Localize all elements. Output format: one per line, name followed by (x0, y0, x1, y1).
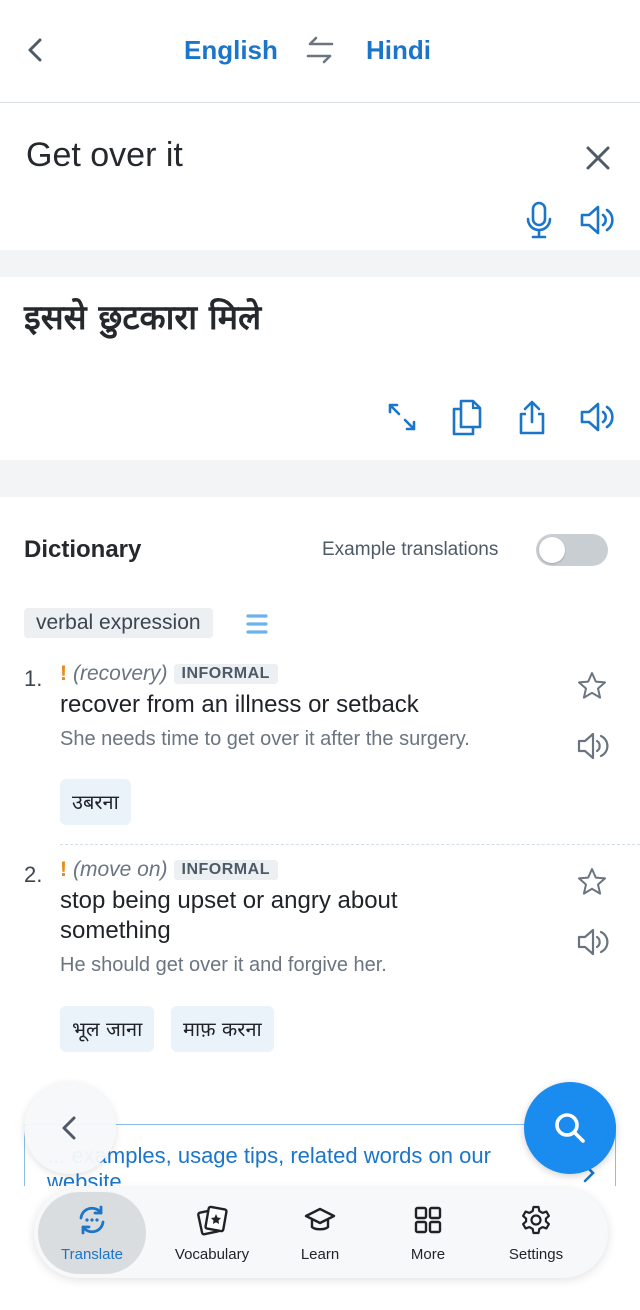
graduation-cap-icon (304, 1207, 336, 1231)
section-separator (0, 250, 640, 277)
favorite-button[interactable] (576, 866, 608, 898)
favorite-button[interactable] (576, 670, 608, 702)
vocabulary-cards-icon (197, 1205, 228, 1236)
register-badge: INFORMAL (173, 664, 278, 684)
scroll-back-button[interactable] (24, 1082, 116, 1174)
entry-definition: stop being upset or angry about somethin… (60, 887, 398, 944)
speaker-icon (580, 205, 614, 235)
speak-input-button[interactable] (578, 202, 618, 238)
banner-text: ... examples, usage tips, related words … (47, 1143, 491, 1186)
back-button[interactable] (18, 32, 54, 68)
register-badge: INFORMAL (173, 860, 278, 880)
speak-example-button[interactable] (576, 730, 610, 762)
nav-label: More (410, 1246, 446, 1263)
speaker-icon (577, 928, 609, 956)
translate-icon (79, 1205, 105, 1235)
speak-example-button[interactable] (576, 926, 610, 958)
list-button[interactable] (246, 612, 268, 636)
entry-context: (move on) (73, 858, 168, 881)
microphone-icon (526, 201, 552, 239)
nav-label: Vocabulary (174, 1246, 250, 1263)
speaker-icon (580, 402, 614, 432)
output-panel: इससे छुटकारा मिले (0, 277, 640, 460)
source-text-input[interactable]: Get over it (26, 136, 183, 175)
share-button[interactable] (512, 397, 552, 437)
entry-number: 1. (24, 666, 43, 691)
star-icon (578, 868, 606, 895)
warning-marker: ! (60, 662, 67, 685)
search-icon (555, 1113, 585, 1143)
swap-languages-button[interactable] (300, 32, 340, 68)
translation-chip[interactable]: माफ़ करना (171, 1006, 274, 1052)
entry-meta: ! (move on) INFORMAL (60, 858, 278, 882)
example-translations-label: Example translations (322, 539, 499, 560)
copy-icon (452, 399, 482, 436)
entry-context: (recovery) (73, 662, 168, 685)
source-language-button[interactable]: English (184, 32, 278, 68)
nav-label: Translate (61, 1246, 123, 1263)
entry-divider (60, 844, 640, 845)
swap-icon (306, 36, 334, 64)
nav-label: Learn (300, 1246, 340, 1263)
nav-vocabulary[interactable]: Vocabulary (158, 1192, 266, 1274)
entry-example: She needs time to get over it after the … (60, 728, 470, 750)
gear-icon (522, 1205, 550, 1235)
entry-example: He should get over it and forgive her. (60, 954, 387, 976)
microphone-button[interactable] (522, 200, 556, 240)
copy-button[interactable] (447, 397, 487, 437)
expand-button[interactable] (382, 397, 422, 437)
translated-text: इससे छुटकारा मिले (24, 298, 262, 338)
grid-icon (414, 1206, 442, 1234)
clear-button[interactable] (580, 140, 616, 176)
translation-chip[interactable]: उबरना (60, 779, 131, 825)
nav-translate[interactable]: Translate (38, 1192, 146, 1274)
share-icon (519, 400, 545, 435)
nav-more[interactable]: More (374, 1192, 482, 1274)
dictionary-title: Dictionary (24, 536, 142, 563)
nav-learn[interactable]: Learn (266, 1192, 374, 1274)
translation-chip[interactable]: भूल जाना (60, 1006, 155, 1052)
speak-output-button[interactable] (578, 397, 618, 437)
bottom-navigation: Translate Vocabulary Learn More Settings (34, 1188, 608, 1278)
entry-definition: recover from an illness or setback (60, 691, 419, 718)
close-icon (586, 146, 610, 170)
part-of-speech-chip: verbal expression (24, 608, 213, 638)
list-icon (246, 614, 268, 634)
input-panel: Get over it (0, 104, 640, 250)
section-separator (0, 460, 640, 497)
nav-label: Settings (508, 1246, 564, 1263)
chevron-left-icon (62, 1116, 76, 1140)
entry-number: 2. (24, 862, 43, 887)
target-language-button[interactable]: Hindi (366, 32, 431, 68)
star-icon (578, 672, 606, 699)
nav-settings[interactable]: Settings (482, 1192, 590, 1274)
toggle-knob (539, 537, 565, 563)
example-translations-toggle[interactable] (536, 534, 608, 566)
top-bar: English Hindi (0, 0, 640, 103)
expand-icon (388, 403, 416, 431)
chevron-left-icon (28, 38, 42, 62)
entry-meta: ! (recovery) INFORMAL (60, 662, 278, 686)
warning-marker: ! (60, 858, 67, 881)
search-button[interactable] (524, 1082, 616, 1174)
speaker-icon (577, 732, 609, 760)
